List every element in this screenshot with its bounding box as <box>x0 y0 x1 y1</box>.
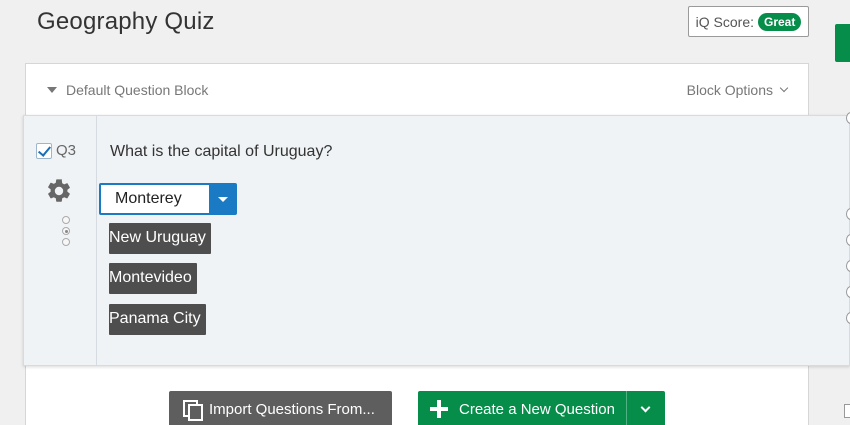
question-number: Q3 <box>56 142 77 159</box>
gear-icon[interactable] <box>45 177 73 205</box>
radio-dot <box>62 216 70 224</box>
caret-down-icon <box>47 87 57 93</box>
right-panel-radio[interactable] <box>846 312 850 324</box>
iq-score-button[interactable]: iQ Score: Great <box>688 6 809 37</box>
right-panel-green-button[interactable] <box>835 24 850 62</box>
create-question-button[interactable]: Create a New Question <box>418 391 665 425</box>
right-panel-checkbox[interactable] <box>844 404 850 418</box>
right-panel <box>835 0 850 425</box>
copy-icon <box>183 400 203 421</box>
answer-dropdown[interactable]: Monterey <box>99 183 237 215</box>
question-sidebar: Q3 <box>24 116 97 365</box>
iq-score-badge: Great <box>758 12 802 31</box>
import-questions-button[interactable]: Import Questions From... <box>169 391 392 425</box>
block-options-button[interactable]: Block Options <box>686 82 789 98</box>
right-panel-radio[interactable] <box>846 112 850 124</box>
choice-item[interactable]: Montevideo <box>109 263 197 294</box>
right-panel-radio[interactable] <box>846 234 850 246</box>
block-title-toggle[interactable]: Default Question Block <box>47 82 208 98</box>
block-options-label: Block Options <box>686 82 773 98</box>
import-questions-label: Import Questions From... <box>209 400 375 418</box>
plus-icon <box>430 400 448 418</box>
dropdown-value: Monterey <box>101 185 210 213</box>
dropdown-toggle-button[interactable] <box>210 185 235 213</box>
question-text[interactable]: What is the capital of Uruguay? <box>110 143 332 161</box>
block-title: Default Question Block <box>66 82 209 98</box>
iq-score-label: iQ Score: <box>695 13 754 30</box>
right-panel-radio[interactable] <box>846 286 850 298</box>
survey-title: Geography Quiz <box>37 8 215 35</box>
radio-dot <box>62 227 70 235</box>
question-type-indicator <box>62 216 70 246</box>
right-panel-radio[interactable] <box>846 260 850 272</box>
button-divider <box>626 391 627 425</box>
chevron-down-icon <box>779 83 789 93</box>
chevron-down-icon[interactable] <box>640 402 651 413</box>
create-question-label: Create a New Question <box>459 400 615 418</box>
choice-item[interactable]: New Uruguay <box>109 223 211 254</box>
question-card[interactable]: Q3 What is the capital of Uruguay? Monte… <box>23 115 850 366</box>
block-header: Default Question Block Block Options <box>26 64 808 116</box>
right-panel-radio[interactable] <box>846 208 850 220</box>
radio-dot <box>62 238 70 246</box>
checkbox-icon[interactable] <box>36 143 52 159</box>
caret-down-icon <box>217 196 228 202</box>
choice-item[interactable]: Panama City <box>109 304 206 335</box>
